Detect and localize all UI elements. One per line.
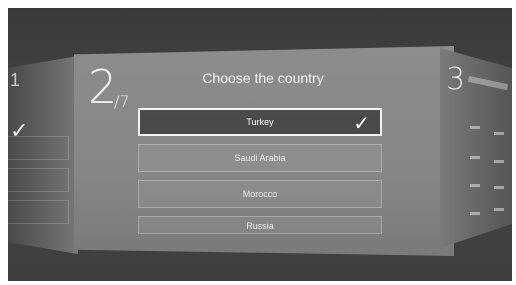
next-panel-row bbox=[470, 212, 480, 215]
country-option-russia[interactable]: Russia bbox=[138, 216, 382, 234]
step-current: 2 bbox=[88, 60, 117, 114]
next-panel-step: 3 bbox=[446, 62, 466, 97]
option-label: Turkey bbox=[246, 117, 274, 127]
next-panel-row bbox=[494, 160, 504, 163]
option-label: Morocco bbox=[242, 189, 278, 199]
next-panel-row bbox=[470, 126, 480, 129]
option-label: Russia bbox=[246, 221, 274, 231]
next-panel-title bbox=[467, 75, 509, 91]
country-option-turkey[interactable]: Turkey ✓ bbox=[138, 108, 382, 136]
next-panel-row bbox=[470, 184, 480, 187]
next-panel-row bbox=[494, 208, 504, 211]
previous-panel-row bbox=[8, 200, 69, 224]
previous-panel-row bbox=[8, 136, 69, 160]
next-panel-row bbox=[494, 186, 504, 189]
next-panel-row bbox=[470, 156, 480, 159]
screen: 1 ✓ 2 /7 Choose the country Turkey ✓ Sau… bbox=[8, 8, 512, 281]
step-total: /7 bbox=[114, 92, 130, 111]
page-title: Choose the country bbox=[202, 70, 324, 86]
panel-carousel: 1 ✓ 2 /7 Choose the country Turkey ✓ Sau… bbox=[8, 8, 512, 281]
previous-panel-step: 1 bbox=[10, 70, 21, 90]
previous-panel-row bbox=[8, 168, 69, 192]
option-label: Saudi Arabia bbox=[234, 153, 286, 163]
check-icon: ✓ bbox=[353, 113, 370, 135]
country-option-morocco[interactable]: Morocco bbox=[138, 180, 382, 208]
next-panel-row bbox=[494, 132, 504, 135]
country-option-saudi-arabia[interactable]: Saudi Arabia bbox=[138, 144, 382, 172]
step-indicator: 2 /7 bbox=[88, 64, 130, 111]
